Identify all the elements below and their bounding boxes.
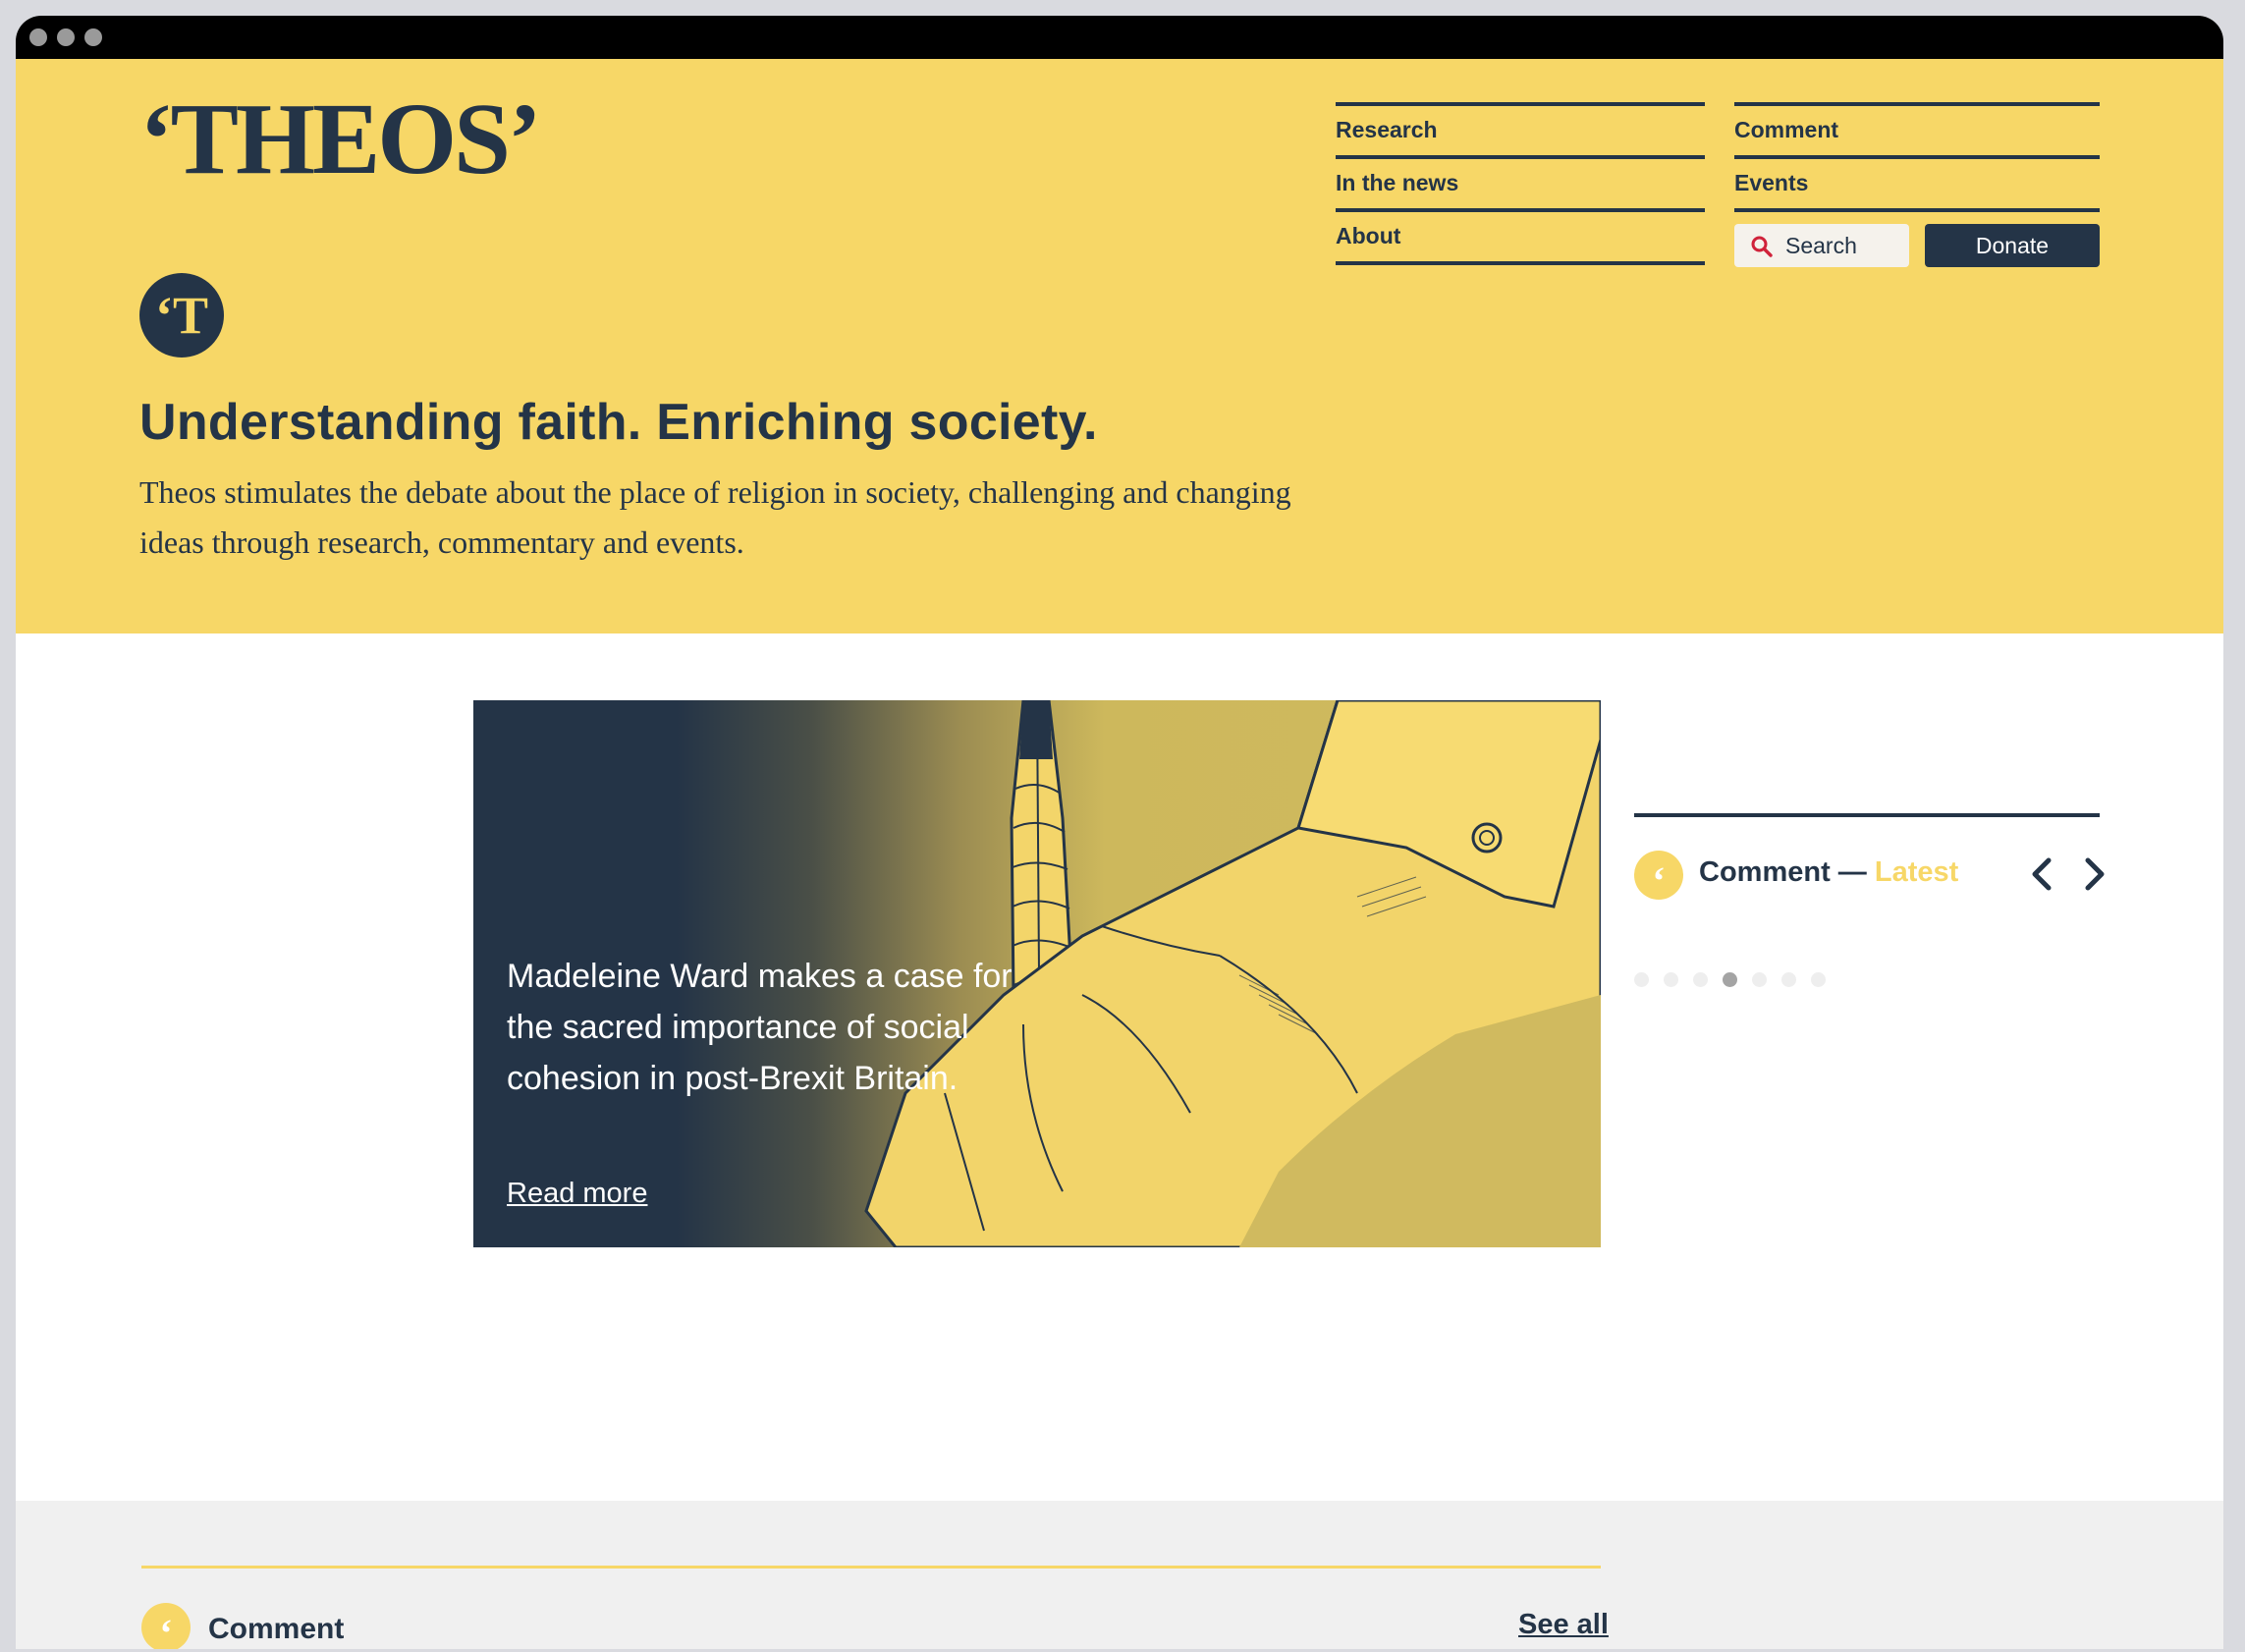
nav-research[interactable]: Research bbox=[1336, 102, 1705, 155]
donate-button[interactable]: Donate bbox=[1925, 224, 2100, 267]
carousel-label: Comment — Latest bbox=[1699, 856, 1958, 889]
quote-icon: ‘ bbox=[141, 1603, 191, 1649]
search-icon bbox=[1751, 236, 1773, 257]
page-tagline: Understanding faith. Enriching society. bbox=[139, 394, 1098, 451]
nav-about[interactable]: About bbox=[1336, 208, 1705, 261]
nav-label: About bbox=[1336, 223, 1401, 248]
theos-logo[interactable]: ‘THEOS’ bbox=[139, 88, 542, 191]
nav-label: In the news bbox=[1336, 170, 1459, 195]
feature-card[interactable]: Madeleine Ward makes a case for the sacr… bbox=[473, 700, 1601, 1247]
comment-section-band bbox=[16, 1501, 2223, 1649]
hero-section: ‘THEOS’ Research In the news About Comme… bbox=[16, 59, 2223, 633]
quote-icon: ‘ bbox=[1634, 851, 1683, 903]
pager-dot[interactable] bbox=[1693, 972, 1708, 987]
pager-dot[interactable] bbox=[1752, 972, 1767, 987]
window-control-dot[interactable] bbox=[29, 28, 47, 46]
pager-dot[interactable] bbox=[1664, 972, 1678, 987]
nav-divider bbox=[1734, 208, 2100, 212]
chevron-left-icon[interactable] bbox=[2025, 854, 2058, 894]
feature-headline: Madeleine Ward makes a case for the sacr… bbox=[507, 958, 1013, 1097]
nav-in-the-news[interactable]: In the news bbox=[1336, 155, 1705, 208]
pager-dot-active[interactable] bbox=[1723, 972, 1737, 987]
search-label: Search bbox=[1785, 233, 1857, 258]
browser-window: ‘THEOS’ Research In the news About Comme… bbox=[16, 16, 2223, 1649]
read-more-link[interactable]: Read more bbox=[507, 1178, 647, 1210]
chevron-right-icon[interactable] bbox=[2078, 854, 2111, 894]
comment-section-title: Comment bbox=[208, 1613, 345, 1645]
pager-dot[interactable] bbox=[1781, 972, 1796, 987]
comment-section-rule bbox=[141, 1566, 1601, 1569]
carousel-highlight: Latest bbox=[1874, 856, 1959, 888]
nav-label: Research bbox=[1336, 117, 1438, 142]
nav-comment[interactable]: Comment bbox=[1734, 102, 2100, 155]
pager-dot[interactable] bbox=[1634, 972, 1649, 987]
window-control-dot[interactable] bbox=[57, 28, 75, 46]
pager-dot[interactable] bbox=[1811, 972, 1826, 987]
search-button[interactable]: Search bbox=[1734, 224, 1909, 267]
nav-divider bbox=[1336, 261, 1705, 265]
intro-paragraph: Theos stimulates the debate about the pl… bbox=[139, 474, 1291, 560]
nav-events[interactable]: Events bbox=[1734, 155, 2100, 208]
theos-badge-icon: ‘T bbox=[139, 273, 224, 358]
window-control-dot[interactable] bbox=[84, 28, 102, 46]
see-all-link[interactable]: See all bbox=[1518, 1609, 1609, 1641]
nav-label: Events bbox=[1734, 170, 1809, 195]
window-titlebar bbox=[16, 16, 2223, 59]
carousel-section: Comment — bbox=[1699, 856, 1867, 888]
nav-label: Comment bbox=[1734, 117, 1839, 142]
carousel-divider bbox=[1634, 813, 2100, 817]
